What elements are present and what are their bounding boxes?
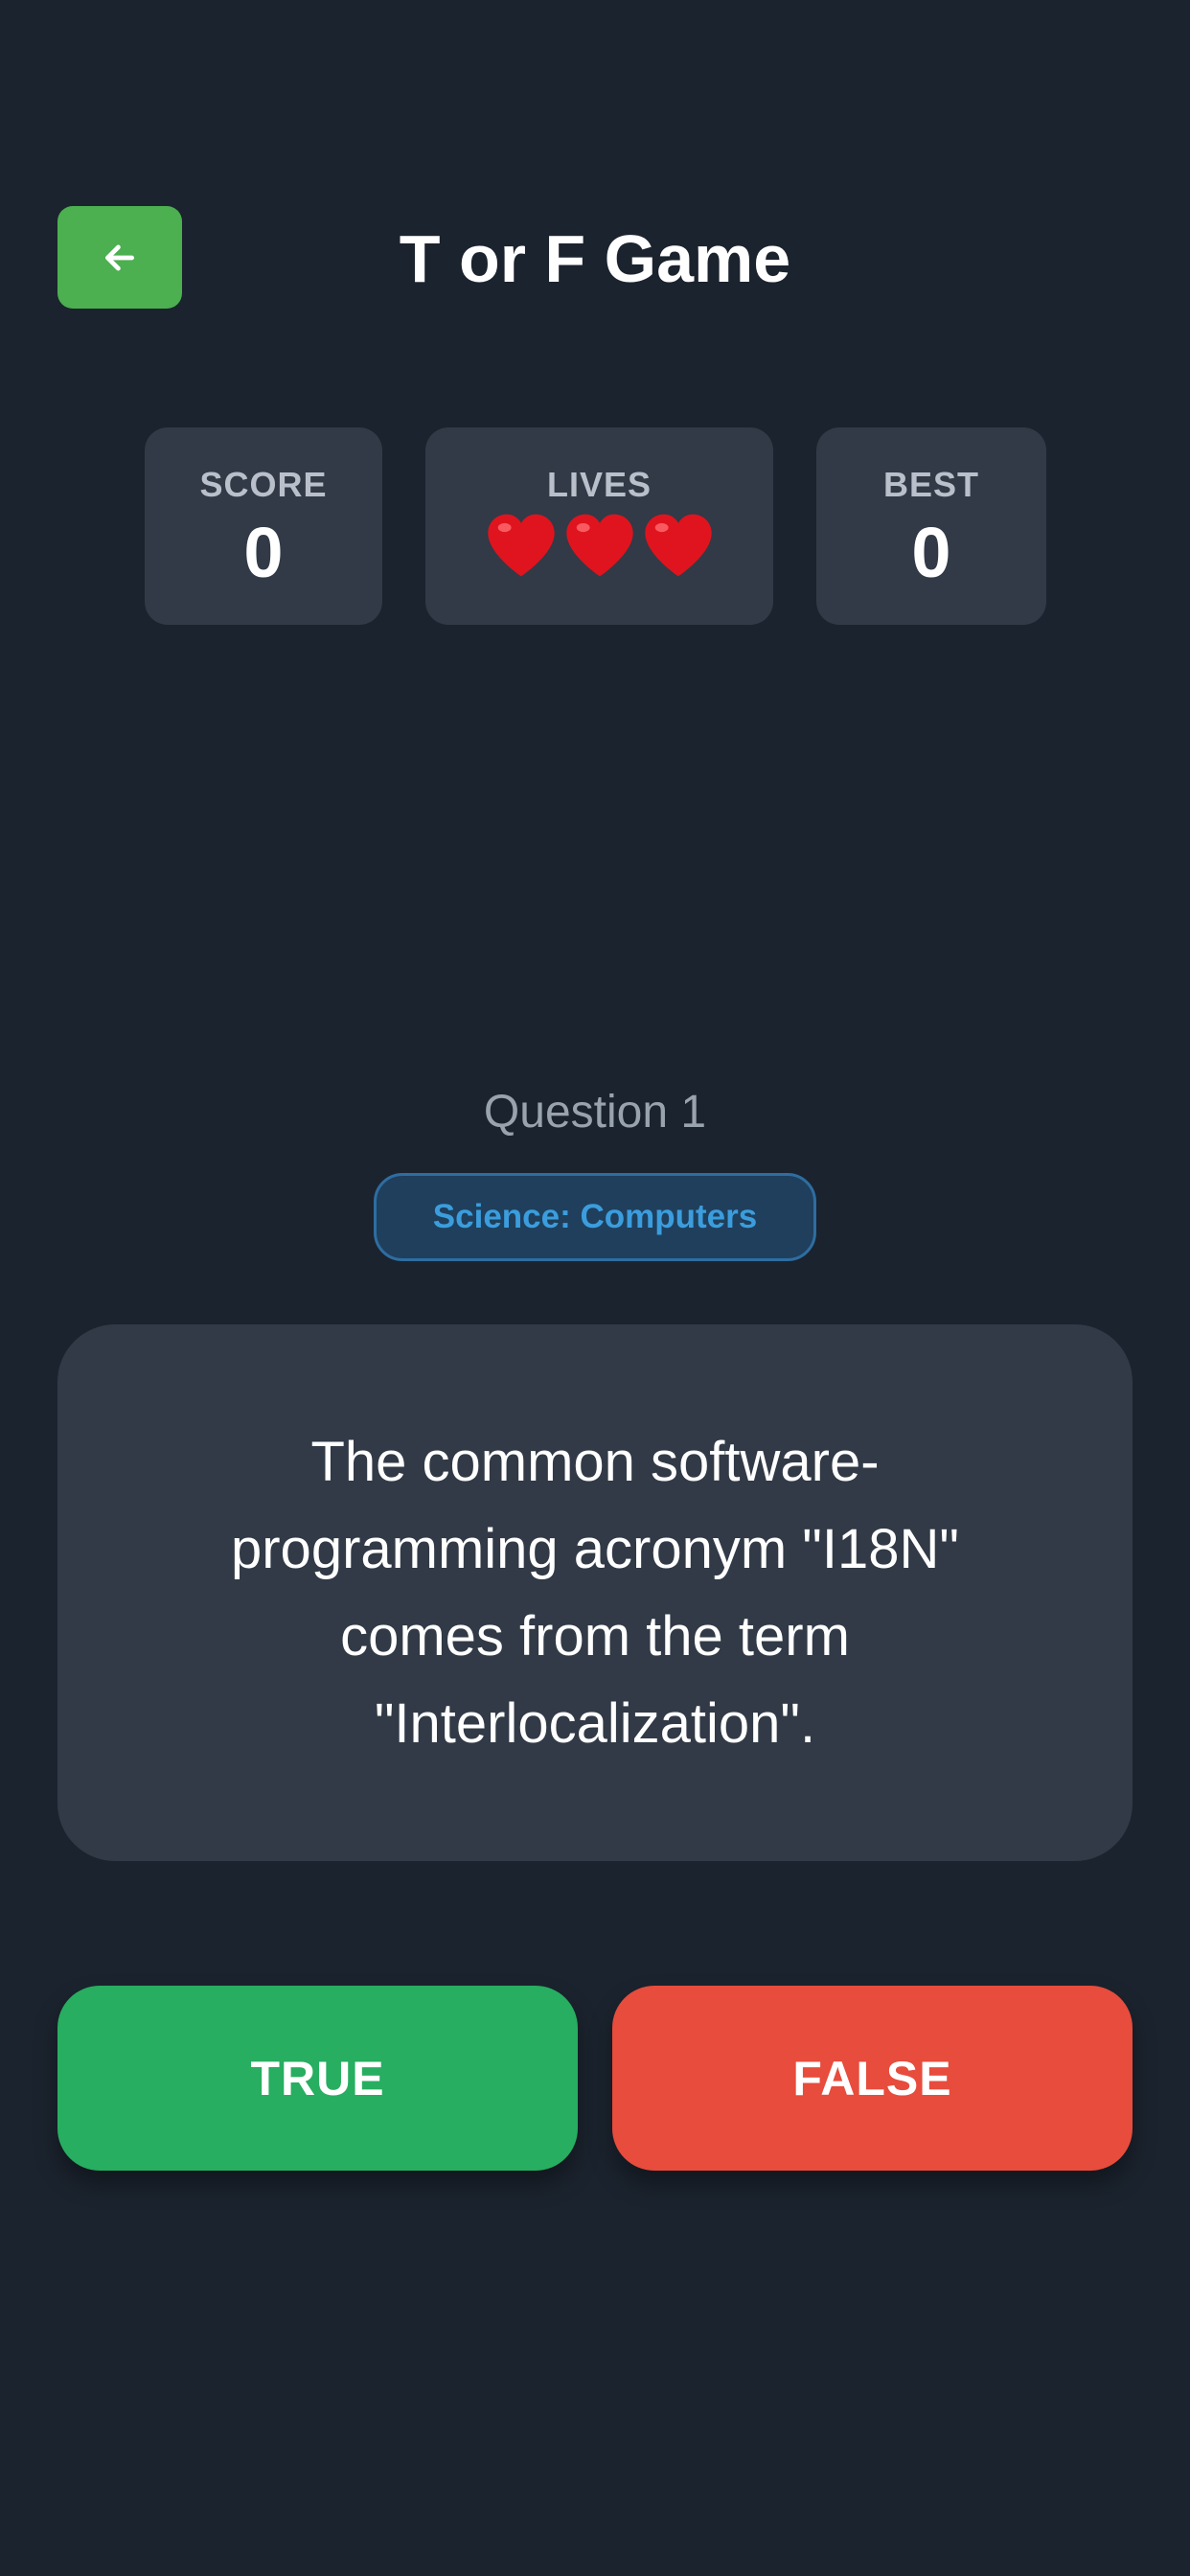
heart-icon (644, 514, 712, 577)
question-card: The common software-programming acronym … (57, 1324, 1133, 1861)
lives-label: LIVES (546, 465, 652, 504)
score-card: SCORE 0 (145, 427, 382, 625)
question-text: The common software-programming acronym … (230, 1431, 959, 1755)
heart-icon (487, 514, 555, 577)
best-card: BEST 0 (816, 427, 1046, 625)
lives-hearts (425, 512, 773, 579)
heart-icon (565, 514, 633, 577)
category-badge: Science: Computers (374, 1173, 816, 1261)
page-title: T or F Game (399, 221, 791, 296)
false-button[interactable]: FALSE (612, 1986, 1133, 2171)
lives-card: LIVES (425, 427, 773, 625)
question-number: Question 1 (483, 1087, 707, 1138)
best-value: 0 (911, 513, 951, 592)
score-label: SCORE (199, 465, 328, 504)
true-button[interactable]: TRUE (57, 1986, 578, 2171)
score-value: 0 (243, 513, 284, 592)
best-label: BEST (882, 465, 979, 504)
